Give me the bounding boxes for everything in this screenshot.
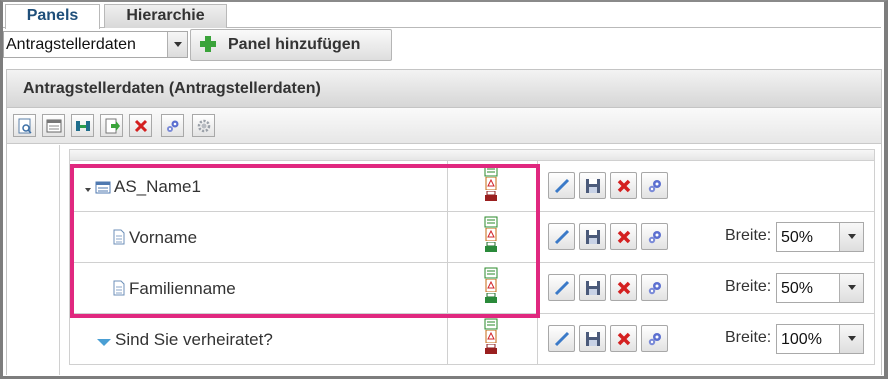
row-name: Sind Sie verheiratet? bbox=[96, 330, 273, 350]
config-button[interactable] bbox=[192, 114, 215, 137]
delete-button[interactable] bbox=[129, 114, 152, 137]
dropdown-icon bbox=[97, 339, 111, 346]
edit-button[interactable] bbox=[548, 274, 575, 301]
tab-panels[interactable]: Panels bbox=[5, 4, 100, 29]
breite-value: 50% bbox=[781, 280, 814, 297]
save-button[interactable] bbox=[579, 223, 606, 250]
gear-icon bbox=[197, 119, 211, 133]
tab-hierarchie[interactable]: Hierarchie bbox=[104, 4, 227, 28]
html-icon bbox=[484, 317, 498, 330]
delete-icon bbox=[134, 119, 148, 133]
settings-row-button[interactable] bbox=[641, 274, 668, 301]
pdf-icon bbox=[484, 329, 498, 344]
delete-row-button[interactable] bbox=[610, 223, 637, 250]
print-icon bbox=[484, 343, 498, 356]
panel-select[interactable]: Antragstellerdaten bbox=[3, 31, 188, 58]
chevron-down-icon[interactable] bbox=[839, 223, 863, 251]
settings-row-button[interactable] bbox=[641, 325, 668, 352]
save-icon bbox=[586, 332, 600, 346]
pencil-icon bbox=[554, 331, 570, 347]
move-icon bbox=[76, 121, 90, 131]
save-button[interactable] bbox=[579, 274, 606, 301]
breite-value: 100% bbox=[781, 331, 822, 348]
save-button[interactable] bbox=[579, 325, 606, 352]
export-button[interactable] bbox=[100, 114, 123, 137]
panel-toolbar bbox=[7, 108, 881, 144]
chevron-down-icon[interactable] bbox=[839, 274, 863, 302]
output-type-icons bbox=[484, 317, 498, 356]
add-panel-label: Panel hinzufügen bbox=[228, 36, 361, 53]
breite-label: Breite: bbox=[725, 329, 772, 346]
breite-select[interactable]: 50% bbox=[776, 273, 864, 303]
panel-select-value: Antragstellerdaten bbox=[6, 36, 136, 53]
gears-icon bbox=[648, 180, 661, 193]
delete-icon bbox=[617, 179, 631, 193]
delete-icon bbox=[617, 281, 631, 295]
breite-value: 50% bbox=[781, 229, 814, 246]
edit-button[interactable] bbox=[548, 172, 575, 199]
save-icon bbox=[586, 179, 600, 193]
chevron-down-icon[interactable] bbox=[839, 325, 863, 353]
delete-icon bbox=[617, 230, 631, 244]
add-panel-button[interactable]: Panel hinzufügen bbox=[190, 29, 392, 61]
gears-icon bbox=[167, 120, 179, 132]
edit-button[interactable] bbox=[548, 223, 575, 250]
settings-button[interactable] bbox=[161, 114, 184, 137]
settings-row-button[interactable] bbox=[641, 172, 668, 199]
properties-button[interactable] bbox=[42, 114, 65, 137]
preview-icon bbox=[18, 118, 32, 134]
gears-icon bbox=[648, 282, 661, 295]
pencil-icon bbox=[554, 280, 570, 296]
table-header bbox=[69, 149, 875, 161]
panel-header: Antragstellerdaten (Antragstellerdaten) bbox=[7, 70, 881, 108]
edit-button[interactable] bbox=[548, 325, 575, 352]
breite-label: Breite: bbox=[725, 278, 772, 295]
tab-bar: Panels Hierarchie bbox=[3, 3, 881, 29]
window-icon bbox=[46, 119, 62, 133]
pencil-icon bbox=[554, 229, 570, 245]
delete-row-button[interactable] bbox=[610, 274, 637, 301]
delete-row-button[interactable] bbox=[610, 325, 637, 352]
move-button[interactable] bbox=[71, 114, 94, 137]
highlight-box bbox=[70, 164, 540, 318]
table-row: Sind Sie verheiratet? Breite: 100% bbox=[69, 314, 875, 365]
save-button[interactable] bbox=[579, 172, 606, 199]
panel-title: Antragstellerdaten (Antragstellerdaten) bbox=[23, 80, 321, 97]
save-icon bbox=[586, 230, 600, 244]
breite-select[interactable]: 50% bbox=[776, 222, 864, 252]
save-icon bbox=[586, 281, 600, 295]
pencil-icon bbox=[554, 178, 570, 194]
breite-select[interactable]: 100% bbox=[776, 324, 864, 354]
gears-icon bbox=[648, 333, 661, 346]
preview-button[interactable] bbox=[13, 114, 36, 137]
export-icon bbox=[105, 118, 120, 134]
delete-row-button[interactable] bbox=[610, 172, 637, 199]
delete-icon bbox=[617, 332, 631, 346]
breite-label: Breite: bbox=[725, 227, 772, 244]
gears-icon bbox=[648, 231, 661, 244]
plus-icon bbox=[200, 36, 216, 52]
settings-row-button[interactable] bbox=[641, 223, 668, 250]
chevron-down-icon[interactable] bbox=[167, 32, 187, 57]
